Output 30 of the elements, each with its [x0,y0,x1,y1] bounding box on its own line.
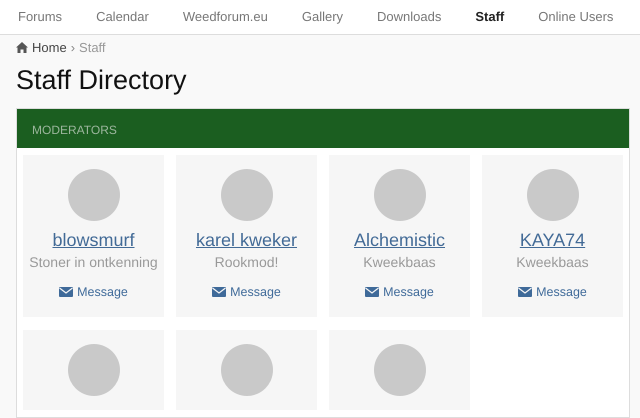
home-link[interactable]: Home [16,38,67,58]
nav-tab[interactable]: Forums [18,0,62,34]
nav-tab[interactable]: Gallery [302,0,344,34]
breadcrumb-separator: › [70,39,76,57]
envelope-icon [59,287,74,298]
section-header: MODERATORS [17,108,629,148]
breadcrumb-current: Staff [79,39,106,57]
member-name[interactable]: Alchemistic [335,228,464,252]
message-link[interactable]: Message [212,282,281,302]
nav-tab[interactable]: Online Users [538,0,614,34]
envelope-icon [518,287,532,298]
envelope-icon [212,287,226,298]
nav-tab[interactable]: Calendar [96,0,149,34]
member-name[interactable]: KAYA74 [488,228,617,252]
message-link[interactable]: Message [518,282,587,302]
member-role: Kweekbaas [515,253,590,272]
message-link[interactable]: Message [365,282,434,302]
member-name[interactable]: blowsmurf [29,228,158,252]
member-role: Kweekbaas [362,253,437,272]
nav-tab[interactable]: Downloads [377,0,442,34]
member-role: Rookmod! [214,253,280,272]
page-title: Staff Directory [16,64,188,96]
nav-tab[interactable]: Weedforum.eu [182,0,268,34]
envelope-icon [365,287,380,298]
home-label: Home [32,39,67,57]
nav-tab[interactable]: Staff [475,0,504,34]
member-role: Stoner in ontkenning [29,253,158,272]
home-icon [16,42,28,54]
message-link[interactable]: Message [59,282,128,302]
member-name[interactable]: karel kweker [182,228,311,252]
